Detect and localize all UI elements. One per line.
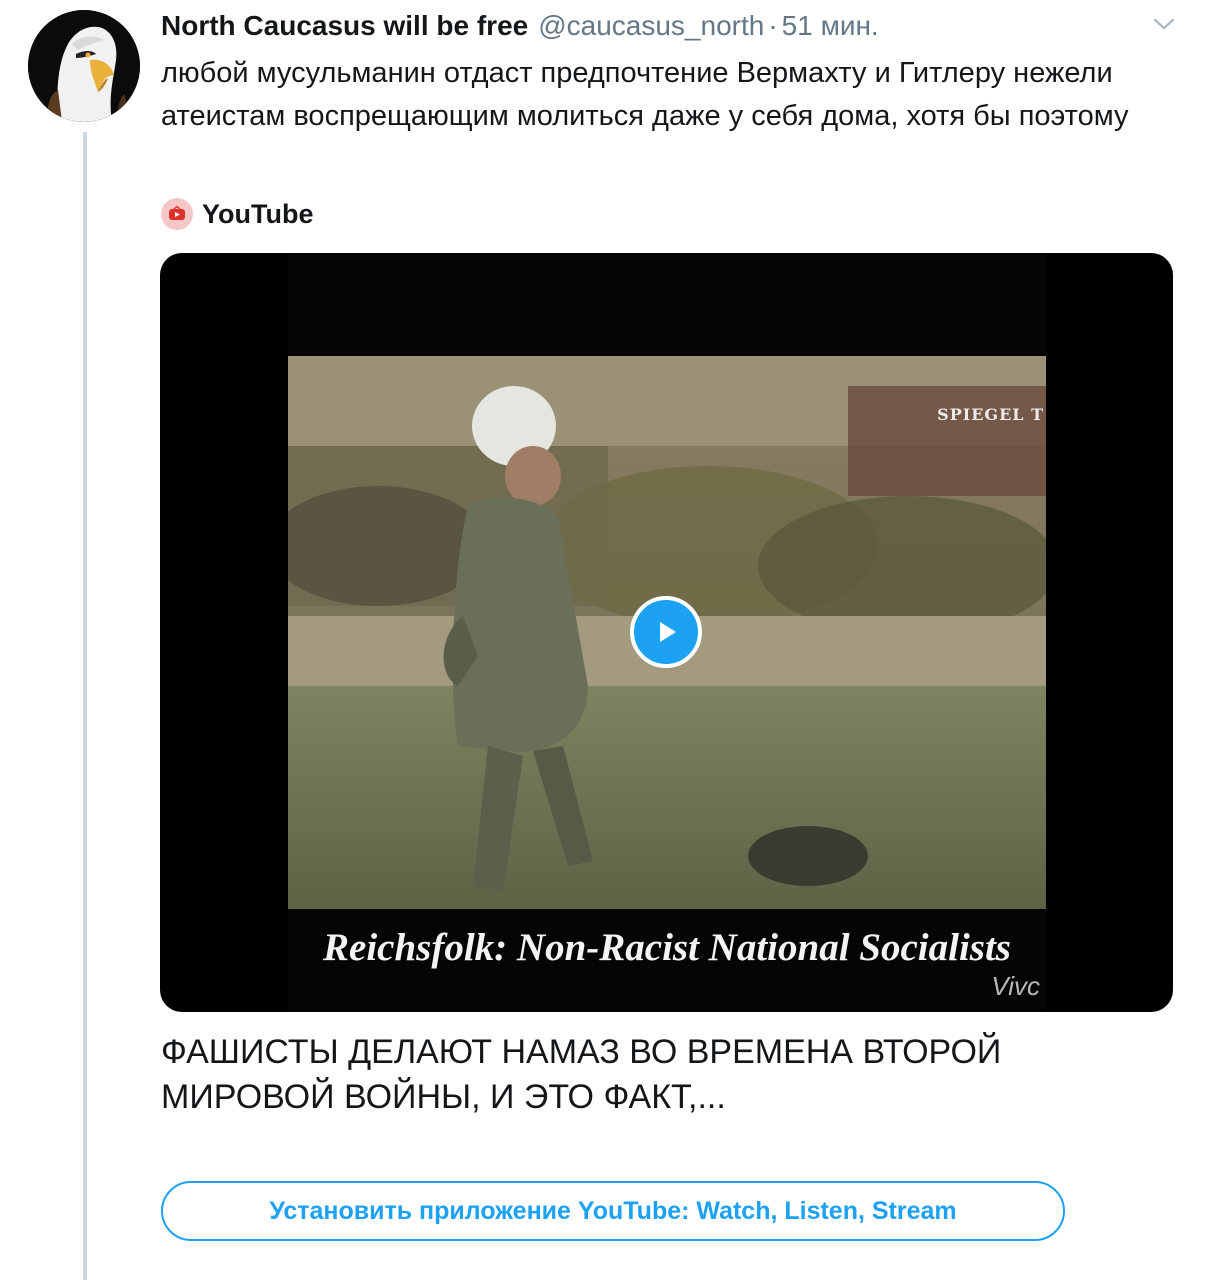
tweet-header: North Caucasus will be free @caucasus_no… [161, 6, 1141, 46]
display-name[interactable]: North Caucasus will be free [161, 10, 528, 42]
avatar[interactable] [28, 10, 140, 122]
video-subcaption: Vivc [991, 971, 1040, 1001]
play-button[interactable] [630, 596, 702, 668]
tweet-timestamp[interactable]: 51 мин. [782, 10, 879, 42]
install-app-button[interactable]: Установить приложение YouTube: Watch, Li… [161, 1181, 1065, 1241]
bald-eagle-avatar-icon [28, 10, 140, 122]
card-title[interactable]: ФАШИСТЫ ДЕЛАЮТ НАМАЗ ВО ВРЕМЕНА ВТОРОЙ М… [161, 1030, 1161, 1120]
tweet-more-button[interactable] [1150, 10, 1178, 38]
video-watermark: SPIEGEL T [937, 405, 1044, 424]
user-handle[interactable]: @caucasus_north [538, 10, 764, 42]
youtube-icon [161, 198, 193, 230]
tweet-text: любой мусульманин отдаст предпочтение Ве… [161, 57, 1129, 132]
video-card[interactable]: SPIEGEL T Reichsfolk: Non-Racist Nationa… [160, 253, 1173, 1012]
play-icon [660, 622, 676, 642]
chevron-down-icon [1153, 18, 1175, 30]
card-source-name: YouTube [202, 198, 314, 229]
video-caption: Reichsfolk: Non-Racist National Socialis… [323, 926, 1011, 969]
card-source[interactable]: YouTube [161, 196, 313, 232]
thread-line [83, 132, 87, 1280]
separator-dot: · [768, 10, 778, 41]
